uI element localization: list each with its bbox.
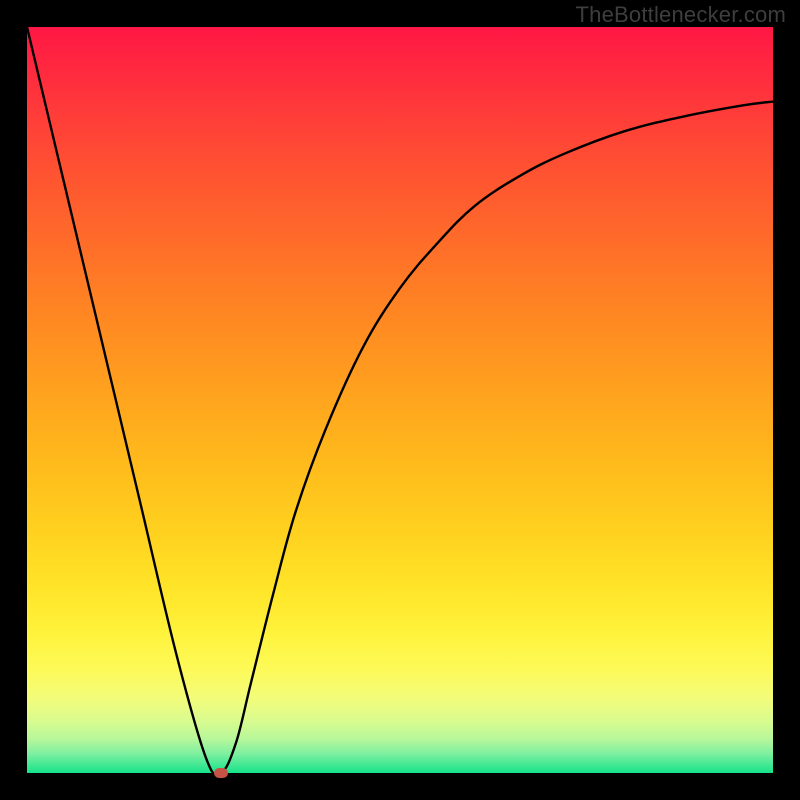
plot-area <box>27 27 773 773</box>
bottleneck-curve <box>27 27 773 775</box>
chart-stage: TheBottlenecker.com <box>0 0 800 800</box>
curve-layer <box>27 27 773 773</box>
minimum-marker <box>214 768 228 778</box>
attribution-text: TheBottlenecker.com <box>576 2 786 28</box>
